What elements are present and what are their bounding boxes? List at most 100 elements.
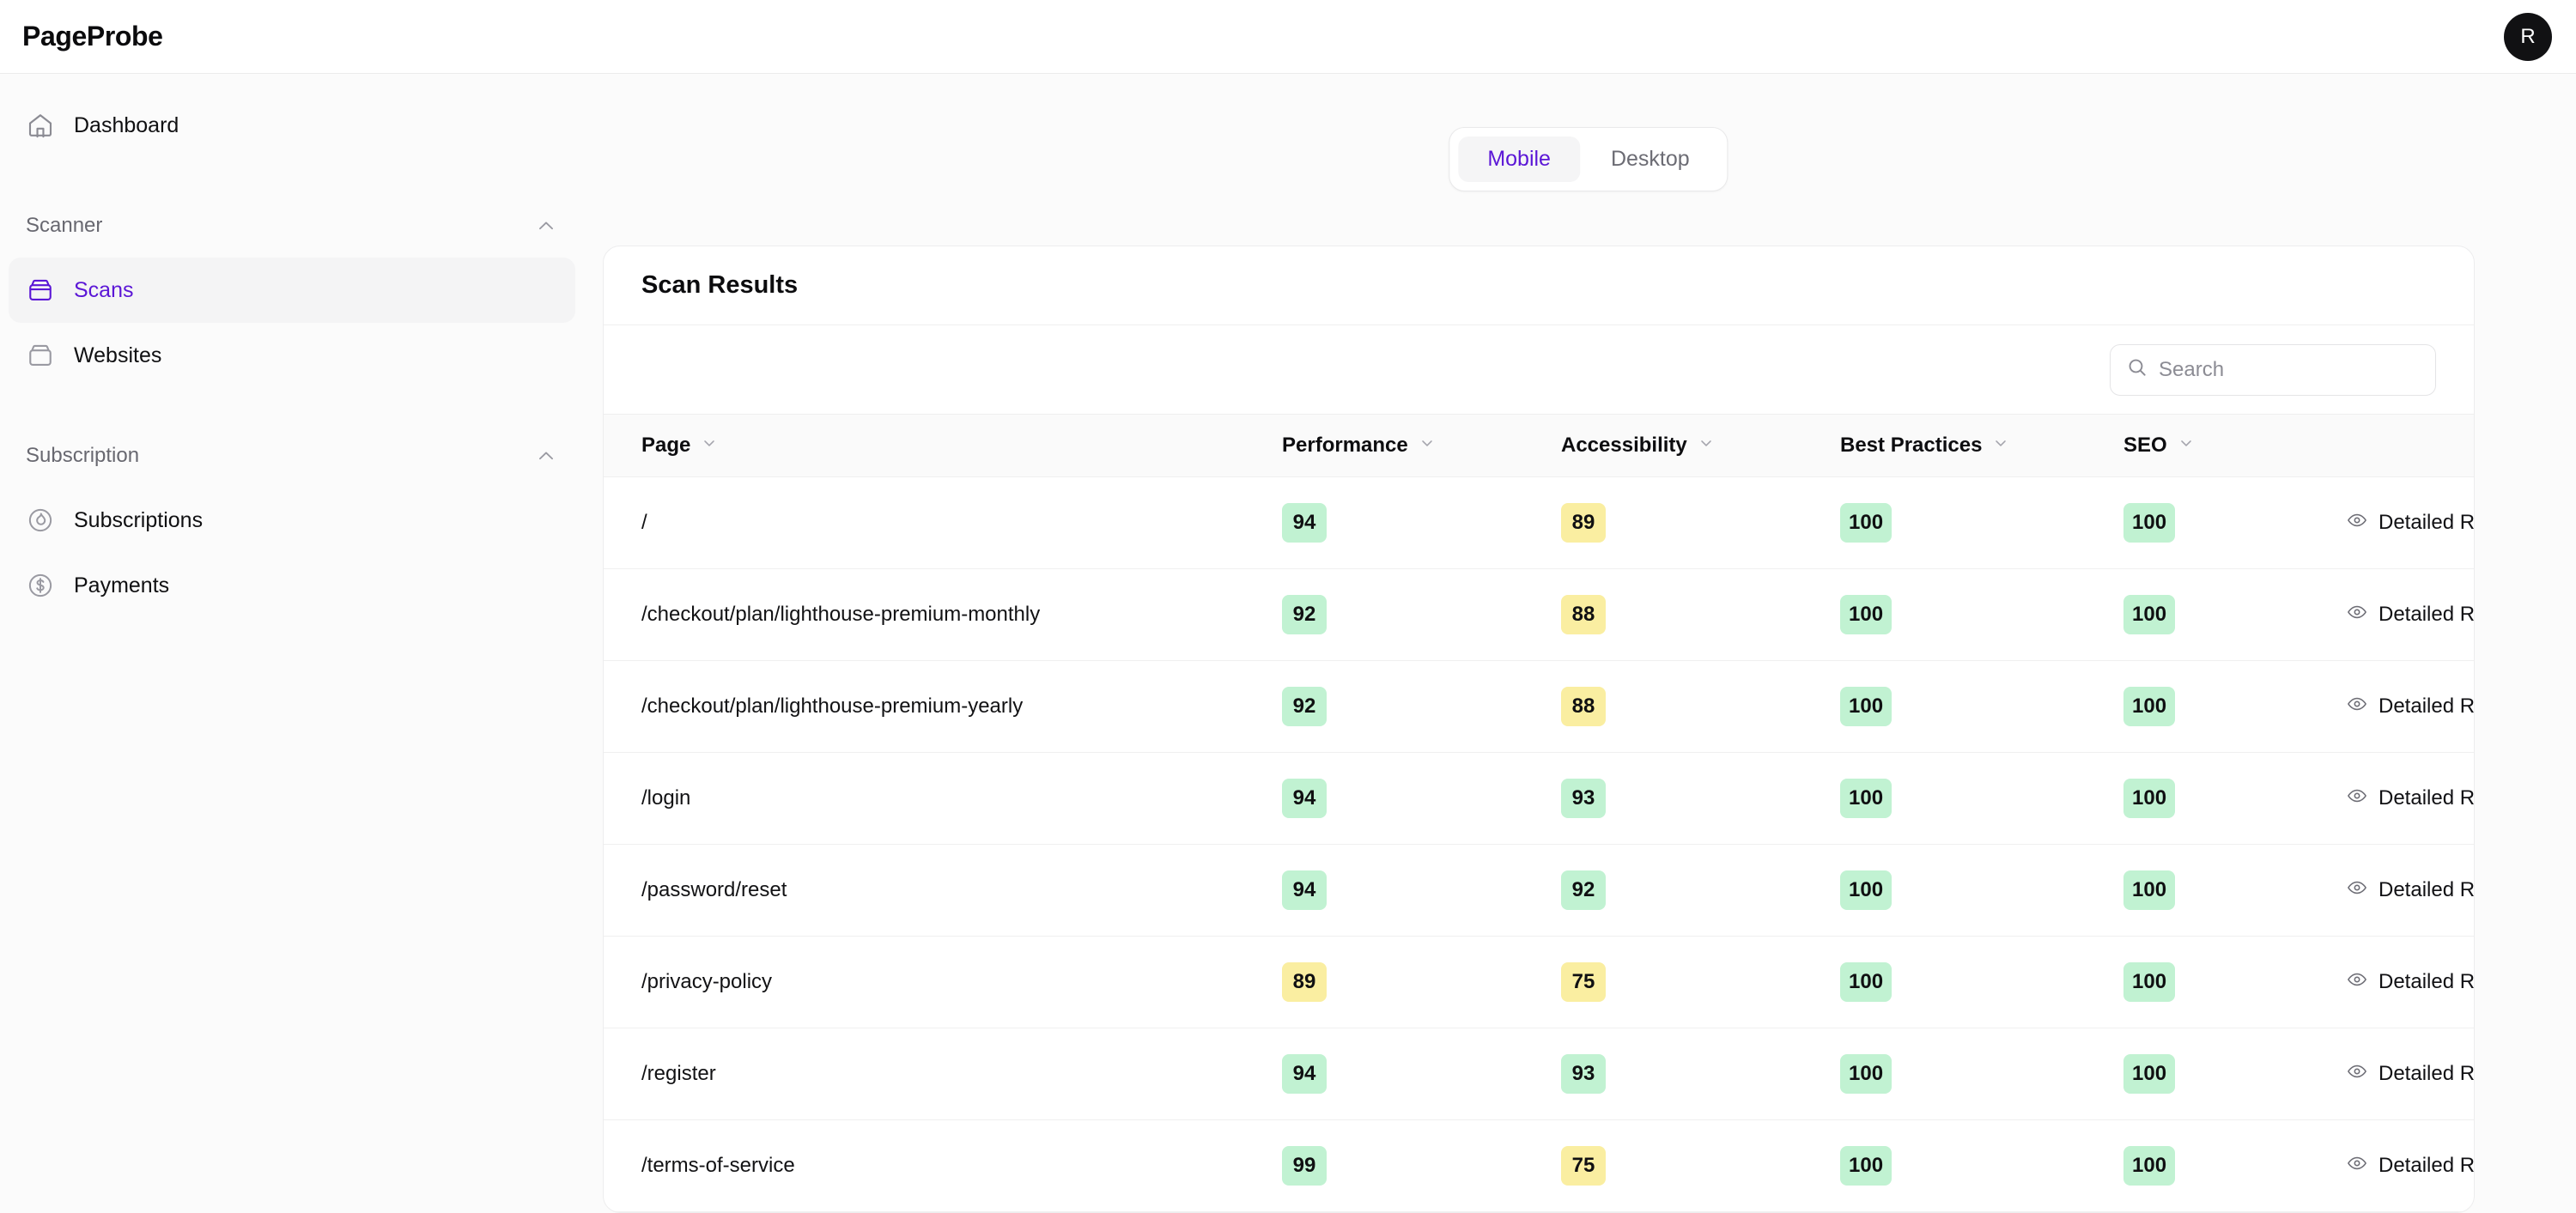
score-badge-accessibility: 88 (1561, 595, 1606, 634)
detailed-report-button[interactable]: Detailed Report (2347, 1061, 2474, 1088)
score-badge-accessibility: 92 (1561, 870, 1606, 910)
sidebar-item-scans[interactable]: Scans (9, 258, 575, 323)
cell-seo: 100 (2123, 1028, 2347, 1120)
column-header-accessibility[interactable]: Accessibility (1561, 415, 1840, 477)
detailed-report-label: Detailed Report (2379, 511, 2475, 534)
column-header-page[interactable]: Page (604, 415, 1282, 477)
table-head: Page Performance Accessibility Best Prac… (604, 415, 2474, 477)
table-row[interactable]: /register 94 93 100 100 Detailed Report (604, 1028, 2474, 1120)
eye-icon (2347, 785, 2367, 812)
scan-results-table: Page Performance Accessibility Best Prac… (604, 415, 2475, 1212)
table-row[interactable]: /checkout/plan/lighthouse-premium-yearly… (604, 661, 2474, 753)
column-header-actions (2347, 415, 2474, 477)
column-header-performance[interactable]: Performance (1282, 415, 1561, 477)
cell-actions: Detailed Report (2347, 1120, 2474, 1212)
search-icon (2126, 356, 2148, 383)
cell-page: /checkout/plan/lighthouse-premium-monthl… (604, 569, 1282, 661)
search-box[interactable] (2110, 343, 2436, 396)
cell-best-practices: 100 (1840, 1120, 2123, 1212)
table-row[interactable]: /privacy-policy 89 75 100 100 Detailed Report (604, 937, 2475, 1028)
score-badge-best-practices: 100 (1840, 779, 1893, 818)
score-badge-best-practices: 100 (1840, 962, 1893, 1002)
tab-desktop[interactable]: Desktop (1582, 136, 1719, 182)
score-badge-best-practices: 100 (1840, 1054, 1893, 1094)
cell-actions: Detailed Report (2347, 1028, 2474, 1120)
card-title: Scan Results (604, 246, 2474, 325)
table-row[interactable]: /login 94 93 100 100 Detailed Report (604, 753, 2475, 845)
chevron-down-icon[interactable] (1992, 434, 2009, 458)
chevron-down-icon[interactable] (2178, 434, 2195, 458)
cell-actions: Detailed Report (2347, 477, 2475, 569)
cell-actions: Detailed Report (2347, 661, 2474, 753)
archive-box-icon (26, 276, 55, 305)
sidebar-group-subscription[interactable]: Subscription (9, 429, 575, 482)
score-badge-seo: 100 (2123, 1054, 2176, 1094)
page-path: /register (641, 1062, 716, 1085)
home-icon (26, 111, 55, 140)
detailed-report-button[interactable]: Detailed Report (2347, 1153, 2474, 1180)
table-row[interactable]: /password/reset 94 92 100 100 Detailed Report (604, 845, 2475, 937)
scan-results-card: Scan Results Page Performance (603, 246, 2475, 1213)
cell-best-practices: 100 (1840, 1028, 2123, 1120)
sidebar-item-subscriptions[interactable]: Subscriptions (9, 488, 575, 553)
search-input[interactable] (2159, 357, 2420, 382)
detailed-report-button[interactable]: Detailed Report (2347, 694, 2474, 720)
detailed-report-button[interactable]: Detailed Report (2347, 510, 2475, 537)
score-badge-best-practices: 100 (1840, 595, 1893, 634)
score-badge-performance: 94 (1282, 779, 1327, 818)
chevron-down-icon[interactable] (1419, 434, 1436, 458)
cell-accessibility: 88 (1561, 569, 1840, 661)
detailed-report-button[interactable]: Detailed Report (2347, 602, 2475, 628)
cell-actions: Detailed Report (2347, 937, 2475, 1028)
column-header-seo[interactable]: SEO (2123, 415, 2347, 477)
detailed-report-label: Detailed Report (2379, 786, 2475, 810)
detailed-report-button[interactable]: Detailed Report (2347, 969, 2475, 996)
chevron-up-icon[interactable] (534, 214, 558, 238)
cell-actions: Detailed Report (2347, 753, 2475, 845)
detailed-report-label: Detailed Report (2379, 878, 2475, 901)
app-logo: PageProbe (22, 21, 163, 52)
chevron-down-icon[interactable] (1698, 434, 1715, 458)
detailed-report-label: Detailed Report (2379, 970, 2475, 993)
sidebar-item-websites[interactable]: Websites (9, 323, 575, 388)
sidebar-item-payments[interactable]: Payments (9, 553, 575, 618)
cell-actions: Detailed Report (2347, 569, 2475, 661)
cell-page: /terms-of-service (604, 1120, 1282, 1212)
table-row[interactable]: /terms-of-service 99 75 100 100 Detailed Repo… (604, 1120, 2474, 1212)
table-row[interactable]: / 94 89 100 100 Detailed Report (604, 477, 2475, 569)
chevron-down-icon[interactable] (701, 434, 718, 458)
device-toggle: Mobile Desktop (1449, 127, 1728, 191)
main-content: Mobile Desktop Scan Results Page (601, 74, 2576, 1213)
dollar-circle-icon (26, 571, 55, 600)
cell-accessibility: 93 (1561, 753, 1840, 845)
page-path: /privacy-policy (641, 970, 773, 993)
table-row[interactable]: /checkout/plan/lighthouse-premium-monthl… (604, 569, 2475, 661)
sidebar-group-scanner[interactable]: Scanner (9, 199, 575, 252)
detailed-report-button[interactable]: Detailed Report (2347, 877, 2475, 904)
table-body: / 94 89 100 100 Detailed Report/checkout/plan… (604, 477, 2475, 1212)
score-badge-best-practices: 100 (1840, 687, 1893, 726)
sidebar-item-dashboard[interactable]: Dashboard (9, 93, 575, 158)
cell-best-practices: 100 (1840, 845, 2123, 937)
cell-actions: Detailed Report (2347, 845, 2475, 937)
detailed-report-label: Detailed Report (2379, 603, 2475, 626)
cell-accessibility: 75 (1561, 1120, 1840, 1212)
chevron-up-icon[interactable] (534, 444, 558, 468)
eye-icon (2347, 1061, 2367, 1088)
sidebar-item-label: Websites (74, 343, 162, 367)
score-badge-accessibility: 75 (1561, 1146, 1606, 1186)
sidebar-group-subscription-items: Subscriptions Payments (9, 488, 575, 618)
eye-icon (2347, 694, 2367, 720)
cell-performance: 94 (1282, 753, 1561, 845)
eye-icon (2347, 877, 2367, 904)
cell-accessibility: 93 (1561, 1028, 1840, 1120)
cell-page: /register (604, 1028, 1282, 1120)
cell-seo: 100 (2123, 937, 2347, 1028)
score-badge-best-practices: 100 (1840, 870, 1893, 910)
sidebar-item-label: Dashboard (74, 112, 179, 137)
score-badge-seo: 100 (2123, 779, 2176, 818)
detailed-report-button[interactable]: Detailed Report (2347, 785, 2475, 812)
tab-mobile[interactable]: Mobile (1458, 136, 1580, 182)
avatar[interactable]: R (2504, 12, 2552, 61)
column-header-best-practices[interactable]: Best Practices (1840, 415, 2123, 477)
